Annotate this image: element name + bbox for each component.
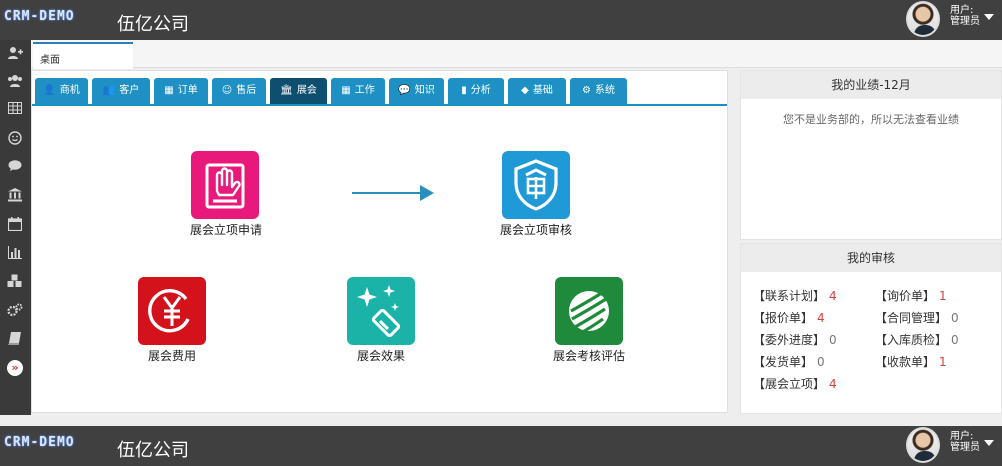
tab-system[interactable]: ⚙ 系统 — [570, 78, 627, 104]
bank-icon: 🏛 — [280, 85, 293, 96]
tab-exhibition[interactable]: 🏛 展会 — [270, 78, 327, 104]
tab-opportunity[interactable]: 👤 商机 — [35, 78, 88, 104]
tab-desk[interactable]: 桌面 — [33, 42, 133, 69]
page-tabstrip: 桌面 — [31, 40, 1002, 69]
table-icon: ▦ — [164, 85, 174, 96]
review-item-inquiry[interactable]: 【询价单】 1 — [875, 287, 947, 304]
main-panel: 👤 商机 👥 客户 ▦ 订单 ☺ 售后 🏛 展会 ▦ 工作 💬 知识 ▮ 分析 ◆ 基础 ⚙ 系统 … — [31, 70, 728, 413]
caret-down-icon[interactable] — [984, 440, 994, 446]
bar-chart-icon[interactable] — [7, 246, 23, 262]
bank-icon[interactable] — [7, 188, 23, 204]
expand-sidebar-icon[interactable]: » — [7, 360, 23, 376]
user-label: 用户: — [950, 431, 974, 442]
performance-title: 我的业绩-12月 — [741, 71, 1001, 99]
performance-message: 您不是业务部的，所以无法查看业绩 — [783, 113, 959, 126]
review-count: 0 — [817, 355, 825, 369]
comment-icon: 💬 — [398, 85, 411, 96]
tab-order[interactable]: ▦ 订单 — [154, 78, 208, 104]
review-item-outsource[interactable]: 【委外进度】 0 — [753, 331, 837, 348]
tab-customer[interactable]: 👥 客户 — [92, 78, 150, 104]
cubes-icon: ◆ — [521, 85, 529, 96]
hand-document-icon — [205, 163, 245, 209]
shield-review-icon — [514, 159, 558, 211]
review-count: 0 — [829, 333, 837, 347]
review-item-delivery[interactable]: 【发货单】 0 — [753, 353, 825, 370]
review-count: 4 — [829, 377, 837, 391]
exhibition-apply-tile[interactable] — [191, 151, 259, 219]
sparkle-eraser-icon — [357, 285, 401, 338]
tab-basic[interactable]: ◆ 基础 — [508, 78, 566, 104]
module-tabs-underline — [32, 104, 727, 106]
review-count: 4 — [817, 311, 825, 325]
exhibition-effect-label[interactable]: 展会效果 — [311, 347, 451, 364]
user-menu[interactable]: 用户: 管理员 — [950, 5, 980, 27]
top-header-duplicate: CRM-DEMO 伍亿公司 用户: 管理员 — [0, 426, 1002, 466]
calendar-icon[interactable] — [7, 217, 23, 233]
exhibition-evaluation-tile[interactable] — [555, 277, 623, 345]
cubes-icon[interactable] — [7, 274, 23, 290]
users-icon[interactable] — [7, 74, 23, 90]
calendar-icon: ▦ — [341, 85, 351, 96]
cogs-icon[interactable] — [7, 303, 23, 319]
top-header: CRM-DEMO 伍亿公司 用户: 管理员 — [0, 0, 1002, 40]
avatar[interactable] — [906, 427, 940, 463]
review-count: 0 — [951, 311, 959, 325]
smile-icon[interactable] — [7, 131, 23, 147]
users-icon: 👥 — [102, 85, 116, 96]
company-name: 伍亿公司 — [117, 440, 189, 461]
review-count: 1 — [939, 355, 947, 369]
exhibition-apply-label[interactable]: 展会立项申请 — [156, 221, 296, 238]
flow-arrow — [352, 192, 426, 194]
module-tabs: 👤 商机 👥 客户 ▦ 订单 ☺ 售后 🏛 展会 ▦ 工作 💬 知识 ▮ 分析 ◆ 基础 ⚙ 系统 — [35, 78, 727, 104]
tab-knowledge[interactable]: 💬 知识 — [389, 78, 444, 104]
left-sidebar: » — [0, 40, 31, 415]
user-label: 用户: — [950, 5, 974, 16]
exhibition-cost-label[interactable]: 展会费用 — [102, 347, 242, 364]
smile-icon: ☺ — [221, 85, 233, 96]
review-item-contract[interactable]: 【合同管理】 0 — [875, 309, 959, 326]
exhibition-review-label[interactable]: 展会立项审核 — [466, 221, 606, 238]
exhibition-evaluation-label[interactable]: 展会考核评估 — [519, 347, 659, 364]
review-item-inspection[interactable]: 【入库质检】 0 — [875, 331, 959, 348]
tab-analysis[interactable]: ▮ 分析 — [448, 78, 504, 104]
review-item-quotation[interactable]: 【报价单】 4 — [753, 309, 825, 326]
review-item-contact-plan[interactable]: 【联系计划】 4 — [753, 287, 837, 304]
review-title: 我的审核 — [741, 244, 1001, 272]
review-item-exhibition[interactable]: 【展会立项】 4 — [753, 375, 837, 392]
review-count: 0 — [951, 333, 959, 347]
app-logo[interactable]: CRM-DEMO — [4, 435, 75, 450]
user-plus-icon: 👤 — [43, 85, 56, 96]
arrow-right-icon — [420, 185, 434, 201]
app-logo[interactable]: CRM-DEMO — [4, 9, 75, 24]
exhibition-review-tile[interactable] — [502, 151, 570, 219]
review-count: 4 — [829, 289, 837, 303]
performance-panel: 我的业绩-12月 您不是业务部的，所以无法查看业绩 — [740, 70, 1002, 240]
table-icon[interactable] — [7, 102, 23, 118]
tab-work[interactable]: ▦ 工作 — [331, 78, 385, 104]
yen-icon — [148, 289, 190, 333]
avatar[interactable] — [906, 1, 940, 37]
exhibition-cost-tile[interactable] — [138, 277, 206, 345]
user-plus-icon[interactable] — [7, 46, 23, 62]
exhibition-effect-tile[interactable] — [347, 277, 415, 345]
caret-down-icon[interactable] — [984, 14, 994, 20]
user-menu[interactable]: 用户: 管理员 — [950, 431, 980, 453]
review-panel: 我的审核 【联系计划】 4 【询价单】 1 【报价单】 4 【合同管理】 0 【委外进度… — [740, 243, 1002, 414]
review-count: 1 — [939, 289, 947, 303]
user-role: 管理员 — [950, 16, 980, 27]
book-icon[interactable] — [7, 332, 23, 348]
globe-stripes-icon — [569, 289, 609, 335]
comment-icon[interactable] — [7, 159, 23, 175]
company-name: 伍亿公司 — [117, 14, 189, 35]
cogs-icon: ⚙ — [582, 85, 591, 96]
tab-after-sales[interactable]: ☺ 售后 — [212, 78, 266, 104]
user-role: 管理员 — [950, 442, 980, 453]
bar-chart-icon: ▮ — [461, 85, 467, 96]
review-item-receipt[interactable]: 【收款单】 1 — [875, 353, 947, 370]
